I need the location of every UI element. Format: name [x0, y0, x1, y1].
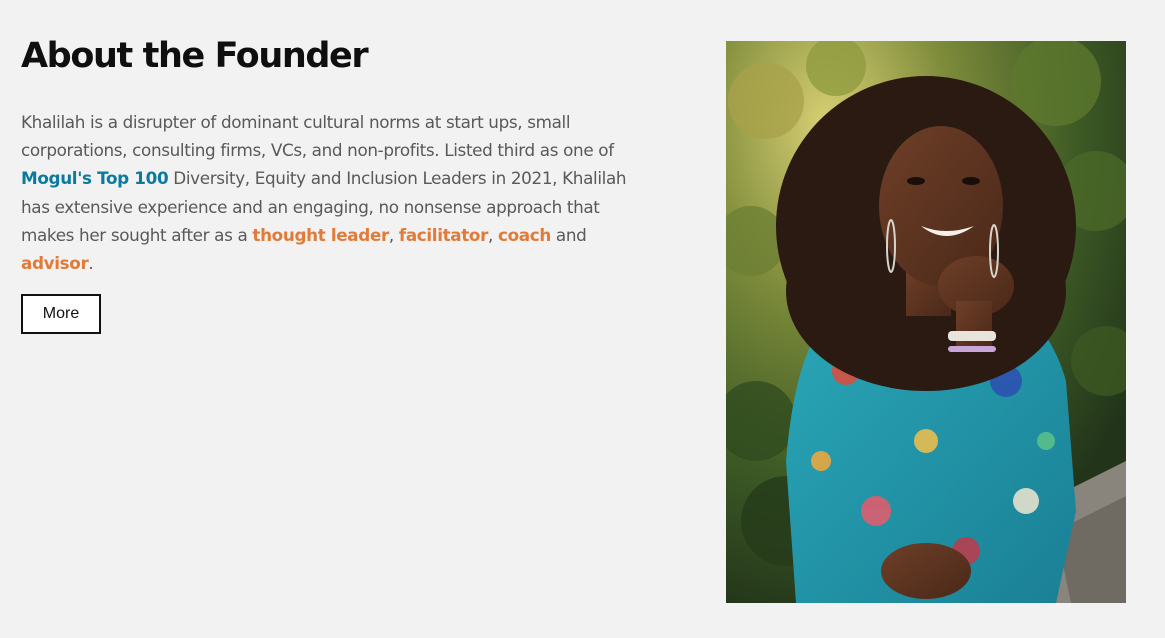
founder-bio: Khalilah is a disrupter of dominant cult…	[21, 108, 641, 277]
section-title: About the Founder	[21, 36, 369, 76]
more-button[interactable]: More	[21, 294, 101, 335]
founder-photo	[726, 41, 1126, 603]
bio-and-text: and	[550, 224, 587, 245]
coach-link[interactable]: coach	[498, 225, 551, 245]
facilitator-link[interactable]: facilitator	[399, 225, 489, 245]
thought-leader-link[interactable]: thought leader	[252, 225, 389, 245]
bio-separator: ,	[488, 224, 498, 245]
founder-portrait-illustration	[726, 41, 1126, 603]
advisor-link[interactable]: advisor	[21, 253, 89, 273]
bio-text-1: Khalilah is a disrupter of dominant cult…	[21, 112, 614, 161]
moguls-top-100-link[interactable]: Mogul's Top 100	[21, 168, 169, 188]
bio-end-punct: .	[88, 253, 94, 274]
bio-separator: ,	[388, 224, 399, 245]
about-founder-section: About the Founder Khalilah is a disrupte…	[21, 30, 641, 335]
